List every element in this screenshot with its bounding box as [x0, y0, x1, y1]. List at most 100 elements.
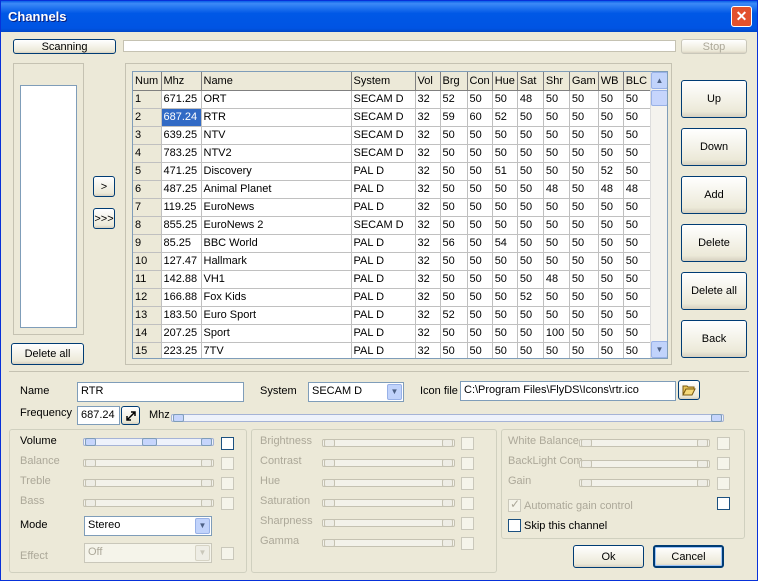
table-cell[interactable]: 783.25 — [161, 144, 202, 163]
table-cell[interactable]: 50 — [598, 306, 624, 325]
table-cell[interactable]: 50 — [492, 324, 518, 343]
table-cell[interactable]: 32 — [415, 306, 441, 325]
ok-button[interactable]: Ok — [573, 545, 644, 568]
table-cell[interactable]: 50 — [569, 324, 599, 343]
table-cell[interactable]: 50 — [440, 324, 468, 343]
row-number-cell[interactable]: 13 — [133, 306, 162, 325]
found-channels-list[interactable] — [20, 85, 77, 328]
table-row[interactable]: 3 639.25 NTV SECAM D 32 50 50 50 50 50 50 50 50 — [133, 126, 652, 145]
add-one-button[interactable]: > — [93, 176, 115, 197]
table-cell[interactable]: 48 — [543, 270, 570, 289]
back-button[interactable]: Back — [681, 320, 747, 358]
table-cell[interactable]: 50 — [623, 126, 652, 145]
table-cell[interactable]: 52 — [517, 288, 544, 307]
table-cell[interactable]: 52 — [492, 108, 518, 127]
column-header[interactable]: Hue — [492, 72, 518, 91]
table-cell[interactable]: NTV — [201, 126, 352, 145]
scroll-down-icon[interactable]: ▼ — [651, 341, 667, 358]
table-cell[interactable]: PAL D — [351, 306, 416, 325]
table-row[interactable]: 8 855.25 EuroNews 2 SECAM D 32 50 50 50 50 50 50 50… — [133, 216, 652, 235]
saturation-checkbox[interactable] — [461, 497, 474, 510]
table-cell[interactable]: 50 — [569, 288, 599, 307]
table-cell[interactable]: 50 — [623, 252, 652, 271]
cancel-button[interactable]: Cancel — [653, 545, 724, 568]
table-cell[interactable]: 50 — [467, 252, 493, 271]
name-input[interactable]: RTR — [77, 382, 244, 402]
table-row[interactable]: 9 85.25 BBC World PAL D 32 56 50 54 50 50 50 50 50 — [133, 234, 652, 253]
table-cell[interactable]: 50 — [543, 216, 570, 235]
table-cell[interactable]: 50 — [623, 108, 652, 127]
table-cell[interactable]: 50 — [492, 270, 518, 289]
table-cell[interactable]: 50 — [623, 90, 652, 109]
table-cell[interactable]: 50 — [492, 216, 518, 235]
table-row[interactable]: 13 183.50 Euro Sport PAL D 32 52 50 50 50 50 50 50 5… — [133, 306, 652, 325]
table-cell[interactable]: 50 — [598, 288, 624, 307]
add-all-button[interactable]: >>> — [93, 208, 115, 229]
table-cell[interactable]: 50 — [569, 90, 599, 109]
brightness-checkbox[interactable] — [461, 437, 474, 450]
brightness-slider[interactable] — [322, 439, 455, 447]
table-cell[interactable]: 50 — [598, 126, 624, 145]
table-cell[interactable]: 50 — [623, 306, 652, 325]
table-row[interactable]: 1 671.25 ORT SECAM D 32 52 50 50 48 50 50 50 50 — [133, 90, 652, 109]
table-cell[interactable]: PAL D — [351, 162, 416, 181]
table-cell[interactable]: 50 — [440, 342, 468, 358]
table-cell[interactable]: 50 — [467, 126, 493, 145]
column-header[interactable]: Con — [467, 72, 493, 91]
table-cell[interactable]: 50 — [598, 144, 624, 163]
effect-select[interactable]: Off ▼ — [84, 543, 212, 563]
table-row[interactable]: 11 142.88 VH1 PAL D 32 50 50 50 50 48 50 50 50 — [133, 270, 652, 289]
table-cell[interactable]: PAL D — [351, 198, 416, 217]
table-row[interactable]: 10 127.47 Hallmark PAL D 32 50 50 50 50 50 50 50 50 — [133, 252, 652, 271]
table-cell[interactable]: 50 — [598, 108, 624, 127]
table-cell[interactable]: 50 — [517, 324, 544, 343]
delete-button[interactable]: Delete — [681, 224, 747, 262]
table-cell[interactable]: 50 — [467, 342, 493, 358]
table-cell[interactable]: 59 — [440, 108, 468, 127]
frequency-slider[interactable] — [171, 414, 724, 422]
table-cell[interactable]: 50 — [492, 198, 518, 217]
table-cell[interactable]: Animal Planet — [201, 180, 352, 199]
table-cell[interactable]: 56 — [440, 234, 468, 253]
table-row[interactable]: 4 783.25 NTV2 SECAM D 32 50 50 50 50 50 50 50 50 — [133, 144, 652, 163]
table-cell[interactable]: 50 — [543, 144, 570, 163]
table-cell[interactable]: 50 — [623, 324, 652, 343]
contrast-checkbox[interactable] — [461, 457, 474, 470]
table-cell[interactable]: 52 — [440, 306, 468, 325]
treble-slider[interactable] — [83, 479, 214, 487]
table-cell[interactable]: Euro Sport — [201, 306, 352, 325]
table-cell[interactable]: 50 — [543, 252, 570, 271]
table-cell[interactable]: PAL D — [351, 288, 416, 307]
bass-checkbox[interactable] — [221, 497, 234, 510]
table-cell[interactable]: Sport — [201, 324, 352, 343]
table-cell[interactable]: 50 — [598, 198, 624, 217]
table-cell[interactable]: Fox Kids — [201, 288, 352, 307]
backlight-slider[interactable] — [579, 460, 710, 468]
table-cell[interactable]: 32 — [415, 216, 441, 235]
table-cell[interactable]: SECAM D — [351, 144, 416, 163]
row-number-cell[interactable]: 3 — [133, 126, 162, 145]
table-cell[interactable]: 32 — [415, 270, 441, 289]
column-header[interactable]: BLC — [623, 72, 652, 91]
table-row[interactable]: 14 207.25 Sport PAL D 32 50 50 50 50 100 50 50 50 — [133, 324, 652, 343]
table-cell[interactable]: 32 — [415, 162, 441, 181]
delete-all-button[interactable]: Delete all — [681, 272, 747, 310]
agc-enable-checkbox[interactable] — [717, 497, 730, 510]
table-cell[interactable]: 671.25 — [161, 90, 202, 109]
table-cell[interactable]: 50 — [543, 108, 570, 127]
table-cell[interactable]: 207.25 — [161, 324, 202, 343]
table-cell[interactable]: 50 — [467, 180, 493, 199]
stop-button[interactable]: Stop — [681, 39, 747, 54]
hue-checkbox[interactable] — [461, 477, 474, 490]
table-cell[interactable]: 52 — [598, 162, 624, 181]
table-cell[interactable]: 50 — [598, 234, 624, 253]
table-cell[interactable]: 50 — [569, 216, 599, 235]
backlight-checkbox[interactable] — [717, 457, 730, 470]
table-row[interactable]: 15 223.25 7TV PAL D 32 50 50 50 50 50 50 50 50 — [133, 342, 652, 358]
table-row[interactable]: 6 487.25 Animal Planet PAL D 32 50 50 50 50 48 50 4… — [133, 180, 652, 199]
table-cell[interactable]: 32 — [415, 108, 441, 127]
table-cell[interactable]: 50 — [440, 288, 468, 307]
table-cell[interactable]: 50 — [623, 288, 652, 307]
table-cell[interactable]: 50 — [467, 234, 493, 253]
table-cell[interactable]: Discovery — [201, 162, 352, 181]
